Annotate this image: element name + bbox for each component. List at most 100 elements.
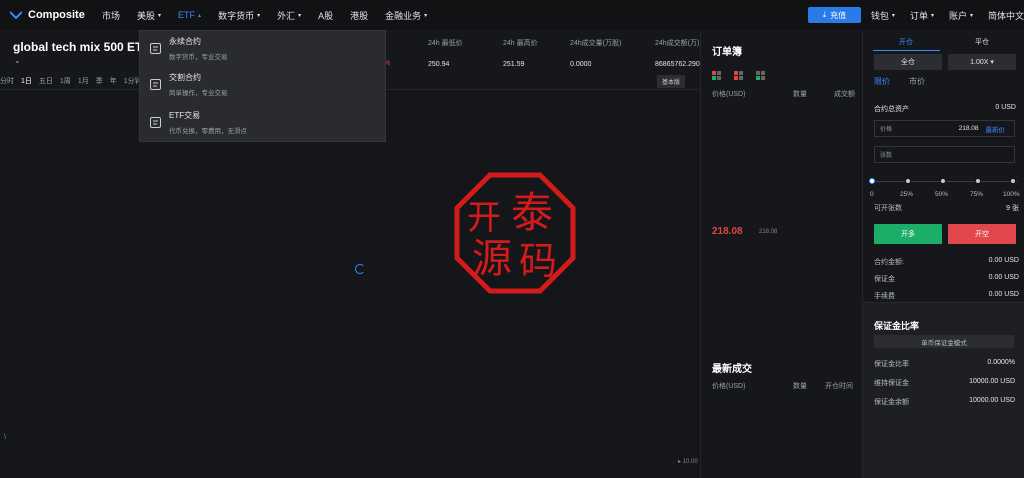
slider-step-50[interactable] [940,178,946,184]
nav-item-7[interactable]: 金融业务 ▾ [385,9,427,22]
chart-area[interactable]: \ ▸ 10.00 [0,90,700,478]
book-both-icon[interactable] [712,71,721,80]
timeframe-option[interactable]: 1周 [60,76,71,86]
basic-version-button[interactable]: 基本版 [657,75,686,88]
nav-item-1[interactable]: 美股 ▾ [137,9,161,22]
language-label: 简体中文 [988,10,1024,21]
timeframe-option[interactable]: 1月 [78,76,89,86]
price-input-label: 价格 [880,127,893,133]
timeframe-option[interactable]: 季 [96,76,103,86]
loading-spinner-icon [355,264,365,274]
nav-item-label: 美股 [137,10,156,21]
price-axis-label: ▸ 10.00 [678,459,698,465]
open-long-button[interactable]: 开多 [874,224,942,244]
book-sell-icon[interactable] [734,71,743,80]
dropdown-item-title: 永续合约 [169,37,201,46]
book-buy-icon[interactable] [756,71,765,80]
open-qty-label: 可开张数 [874,205,902,212]
total-assets-value: 0 USD [995,104,1016,111]
latest-price-button[interactable]: 最新价 [986,124,1006,134]
nav-item-6[interactable]: 港股 [350,9,368,22]
open-qty-row: 可开张数 9 张 [874,203,1019,213]
timeframe-option[interactable]: 年 [110,76,117,86]
timeframe-option[interactable]: 1日 [21,76,32,86]
price-input[interactable]: 价格 218.08 最新价 [874,120,1015,137]
nav-item-5[interactable]: A股 [318,9,333,22]
margin-ratio-value: 0.0000% [987,359,1015,366]
timeframe-option[interactable]: 分时 [0,76,14,86]
ticker-stat-value: 86865762.2900 [655,61,704,68]
total-assets-row: 合约总资产 0 USD [874,104,1016,114]
dropdown-item-subtitle: 数字货币，专业交易 [169,54,228,61]
trade-panel: 开仓 平仓 全仓 1.00X ▾ 限价 市价 合约总资产 0 USD 价格 21… [862,30,1024,478]
tab-limit-order[interactable]: 限价 [874,76,890,87]
margin-ratio-row: 保证金比率 0.0000% [874,359,1015,369]
caret-down-icon: ▾ [930,12,934,19]
wallet-menu[interactable]: 钱包 ▾ [871,9,895,22]
dropdown-item-subtitle: 简单操作，专业交易 [169,90,228,97]
dropdown-item-2[interactable]: ETF交易 代币兑换，零费用，无滑点 [149,110,247,135]
total-assets-label: 合约总资产 [874,106,909,113]
leverage-button[interactable]: 1.00X ▾ [948,54,1016,70]
deposit-label: 充值 [830,10,847,20]
slider-label-75: 75% [970,191,984,198]
caret-down-icon: ▾ [298,12,302,19]
logo-icon [10,11,22,19]
maintenance-margin-row: 维持保证金 10000.00 USD [874,378,1015,388]
download-icon: ⤓ [822,10,827,19]
slider-label-0: 0 [870,191,874,198]
margin-balance-label: 保证金余额 [874,399,909,406]
slider-step-25[interactable] [905,178,911,184]
chevron-down-icon[interactable]: ⌄ [14,56,21,65]
ticker-stat: 24h 最低价 250.94 [428,38,463,68]
open-short-button[interactable]: 开空 [948,224,1016,244]
symbol-title[interactable]: global tech mix 500 ETF [13,40,150,54]
nav-item-label: 数字货币 [218,10,255,21]
order-book-title: 订单簿 [712,47,742,58]
nav-item-0[interactable]: 市场 [102,9,120,22]
tab-close-position[interactable]: 平仓 [949,36,1015,50]
nav-item-3[interactable]: 数字货币 ▾ [218,9,260,22]
slider-step-75[interactable] [975,178,981,184]
tab-open-position[interactable]: 开仓 [873,36,939,50]
nav-item-label: 港股 [350,10,369,21]
slider-step-100[interactable] [1010,178,1016,184]
price-axis-value: 10.00 [682,459,698,465]
margin-mode-select[interactable]: 单币保证金模式 [874,335,1014,348]
book-header-amount: 成交额 [834,91,855,98]
book-header-qty: 数量 [793,91,807,98]
slider-handle[interactable] [869,178,875,184]
dropdown-item-title: 交割合约 [169,73,201,82]
nav-menu: 市场 美股 ▾ ETF ▴ 数字货币 ▾ 外汇 ▾ A股 港股 金融业务 ▾ [102,9,444,22]
margin-mode-button[interactable]: 全仓 [874,54,942,70]
seal-stamp-graphic: 开 泰 源 码 [454,172,576,294]
nav-item-2[interactable]: ETF ▴ [178,10,201,20]
caret-down-icon: ▾ [969,12,973,19]
open-qty-value: 9 张 [1006,205,1019,212]
dropdown-item-1[interactable]: 交割合约简单操作，专业交易 [149,72,228,97]
caret-up-icon: ▴ [198,12,202,19]
logo-text: Composite [28,9,85,21]
maintenance-margin-label: 维持保证金 [874,380,909,387]
ticker-stat-value: 251.59 [503,61,525,68]
quantity-input[interactable]: 张数 [874,146,1015,163]
nav-item-4[interactable]: 外汇 ▾ [277,9,301,22]
language-switch[interactable]: 简体中文 [988,9,1024,22]
ticker-stat-label: 24h成交量(万股) [570,40,622,47]
timeframe-option[interactable]: 五日 [39,76,53,86]
book-header-price: 价格(USD) [712,91,746,98]
margin-balance-value: 10000.00 USD [969,397,1015,404]
margin-ratio-label: 保证金比率 [874,361,909,368]
deposit-button[interactable]: ⤓ 充值 [807,7,861,23]
nav-item-label: 市场 [102,10,121,21]
book-view-toggle [712,71,778,80]
margin-row: 保证金 0.00 USD [874,274,1019,284]
nav-item-label: ETF [178,10,196,20]
orders-menu[interactable]: 订单 ▾ [910,9,934,22]
dropdown-item-title: ETF交易 [169,111,201,120]
account-menu[interactable]: 账户 ▾ [949,9,973,22]
quantity-placeholder: 张数 [880,153,893,159]
tab-market-order[interactable]: 市价 [909,76,925,87]
logo[interactable]: Composite [10,9,102,21]
dropdown-item-0[interactable]: 永续合约数字货币，专业交易 [149,36,228,61]
